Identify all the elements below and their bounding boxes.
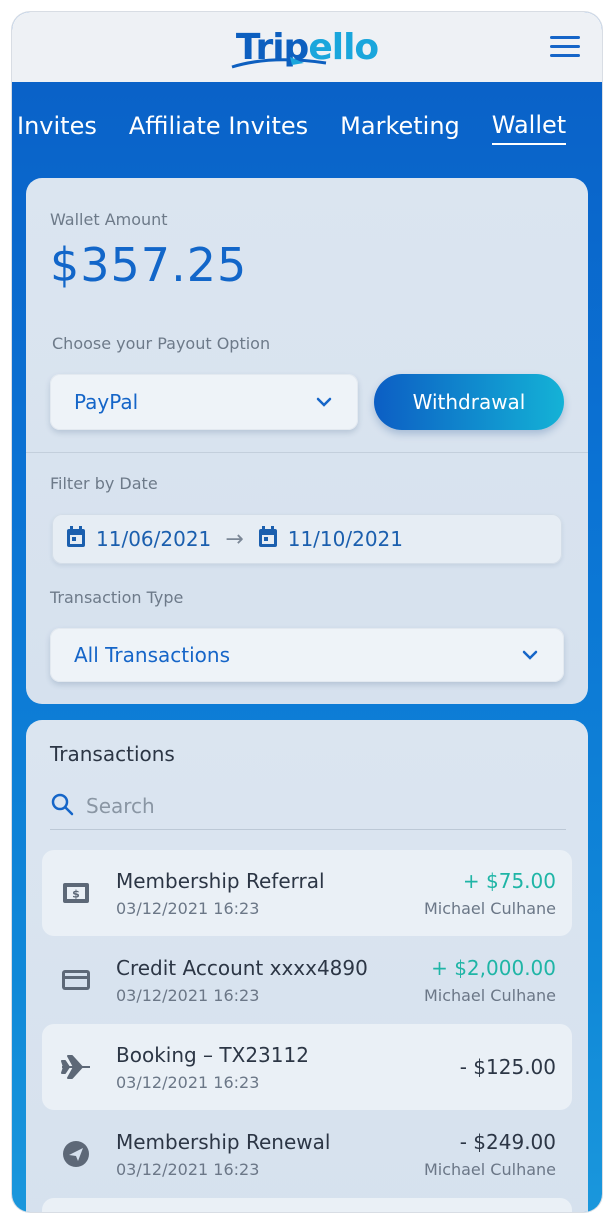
transaction-title: Credit Account xxxx4890 [116,955,368,980]
tab-invites[interactable]: Invites [17,112,97,144]
airplane-icon [56,1054,96,1080]
menu-icon[interactable] [550,36,580,58]
date-to: 11/10/2021 [287,527,403,551]
app-header: Tripello [12,12,602,82]
transaction-title: Membership Renewal [116,1129,331,1154]
dollar-icon: $ [56,881,96,905]
svg-text:$: $ [72,888,80,901]
transactions-card: Transactions Search $ Membership Referra… [26,720,588,1212]
transaction-title: Booking – TX23112 [116,1042,309,1067]
wallet-amount-label: Wallet Amount [50,210,168,229]
withdrawal-button[interactable]: Withdrawal [374,374,564,430]
tripello-logo[interactable]: Tripello [231,27,379,68]
transaction-user: Michael Culhane [423,1159,556,1179]
transaction-row[interactable] [42,1198,572,1212]
search-input[interactable]: Search [50,782,566,830]
transaction-user: Michael Culhane [423,985,556,1005]
date-range-picker[interactable]: 11/06/2021 → 11/10/2021 [52,514,562,564]
wallet-card: Wallet Amount $357.25 Choose your Payout… [26,178,588,704]
transaction-amount: - $125.00 [459,1055,556,1079]
transaction-title: Membership Referral [116,868,325,893]
section-divider [26,452,588,453]
logo-swoosh-icon [231,56,327,68]
chevron-down-icon [310,388,338,416]
transaction-row[interactable]: $ Membership Referral 03/12/2021 16:23 +… [42,850,572,936]
nav-tabs: Invites Affiliate Invites Marketing Wall… [12,82,602,174]
transaction-date: 03/12/2021 16:23 [116,898,260,918]
transaction-type-label: Transaction Type [50,588,184,607]
tab-wallet[interactable]: Wallet [491,111,567,145]
payout-option-label: Choose your Payout Option [52,334,271,353]
credit-card-icon [56,968,96,992]
transaction-type-select[interactable]: All Transactions [50,628,564,682]
tab-marketing[interactable]: Marketing [340,112,460,144]
transaction-row[interactable]: Booking – TX23112 03/12/2021 16:23 - $12… [42,1024,572,1110]
calendar-icon [66,526,86,552]
transaction-date: 03/12/2021 16:23 [116,985,260,1005]
transaction-row[interactable]: Credit Account xxxx4890 03/12/2021 16:23… [42,937,572,1023]
date-from: 11/06/2021 [96,527,212,551]
payout-selected-value: PayPal [74,390,139,414]
transaction-date: 03/12/2021 16:23 [116,1072,260,1092]
transaction-user: Michael Culhane [423,898,556,918]
transaction-type-value: All Transactions [74,643,230,667]
wallet-amount: $357.25 [50,238,248,292]
transaction-row[interactable]: Membership Renewal 03/12/2021 16:23 - $2… [42,1111,572,1197]
transactions-heading: Transactions [50,742,175,766]
transaction-date: 03/12/2021 16:23 [116,1159,260,1179]
phone-screen: Tripello Invites Affiliate Invites Marke… [12,12,602,1212]
search-icon [50,792,74,820]
payout-select[interactable]: PayPal [50,374,358,430]
transaction-amount: - $249.00 [459,1129,556,1154]
transaction-amount: + $75.00 [462,868,556,893]
search-placeholder: Search [86,793,155,818]
tab-affiliate-invites[interactable]: Affiliate Invites [129,112,308,144]
calendar-icon [258,526,278,552]
transaction-amount: + $2,000.00 [431,955,556,980]
renewal-icon [56,1139,96,1169]
chevron-down-icon [516,641,544,669]
filter-date-label: Filter by Date [50,474,158,493]
arrow-right-icon: → [225,526,244,552]
